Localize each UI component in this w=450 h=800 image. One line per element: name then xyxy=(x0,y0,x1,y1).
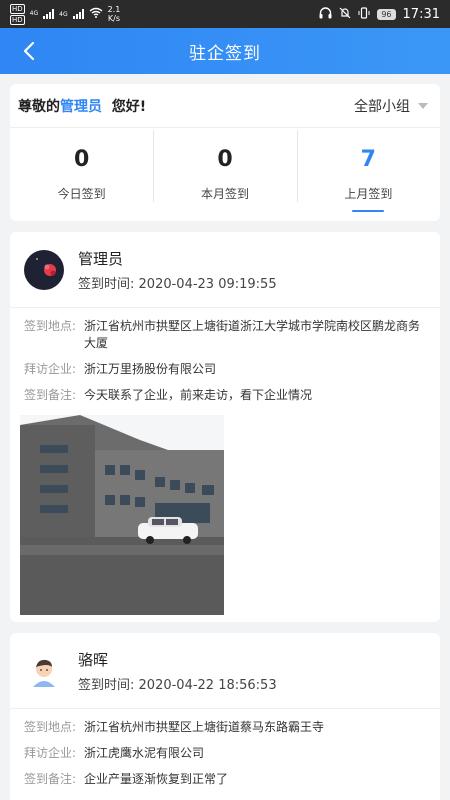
avatar xyxy=(24,650,64,691)
avatar xyxy=(24,249,64,290)
active-tab-indicator xyxy=(352,210,385,212)
mute-bell-icon xyxy=(339,7,351,22)
network-type: 4G xyxy=(59,10,68,18)
detail-key: 签到地点: xyxy=(24,319,77,333)
nav-bar: 驻企签到 xyxy=(0,28,450,74)
user-name: 管理员 xyxy=(60,98,102,115)
signal-icon xyxy=(43,9,55,19)
stat-this-month[interactable]: 0 本月签到 xyxy=(153,128,296,220)
record-details: 签到地点: 浙江省杭州市拱墅区上塘街道浙江大学城市学院南校区鹏龙商务大厦 拜访企… xyxy=(10,308,440,404)
network-type: 4G xyxy=(29,10,39,17)
stat-value: 7 xyxy=(360,146,376,172)
stat-label: 今日签到 xyxy=(57,186,106,201)
headphones-icon xyxy=(319,6,332,22)
hd-badge: HD xyxy=(10,3,25,14)
detail-row-remark: 签到备注: 今天联系了企业，前来走访，看下企业情况 xyxy=(24,387,426,404)
back-button[interactable] xyxy=(14,36,44,66)
detail-key: 签到备注: xyxy=(24,388,77,402)
vibrate-icon xyxy=(358,6,370,22)
stat-value: 0 xyxy=(74,146,90,172)
detail-key: 签到备注: xyxy=(24,772,77,786)
stat-label: 本月签到 xyxy=(200,186,249,201)
record-user-name: 骆晖 xyxy=(78,650,109,669)
greeting-row: 尊敬的管理员 您好! 全部小组 xyxy=(10,84,440,128)
back-arrow-icon xyxy=(23,41,35,61)
detail-key: 签到地点: xyxy=(24,720,77,734)
stat-value: 0 xyxy=(217,146,233,172)
record-user-name: 管理员 xyxy=(78,249,124,268)
detail-value: 企业产量逐渐恢复到正常了 xyxy=(84,772,229,786)
detail-row-remark: 签到备注: 企业产量逐渐恢复到正常了 xyxy=(24,771,426,788)
stat-today[interactable]: 0 今日签到 xyxy=(10,128,153,220)
network-speed: 2.1 K/s xyxy=(107,5,121,23)
detail-value: 浙江万里扬股份有限公司 xyxy=(84,362,217,376)
wifi-icon xyxy=(89,7,103,21)
record-photo[interactable] xyxy=(20,415,224,615)
stats-tabs: 0 今日签到 0 本月签到 7 上月签到 xyxy=(10,128,440,220)
record-header: 管理员 签到时间: 2020-04-23 09:19:55 xyxy=(10,232,440,308)
stat-label: 上月签到 xyxy=(344,186,393,201)
checkin-record[interactable]: 管理员 签到时间: 2020-04-23 09:19:55 签到地点: 浙江省杭… xyxy=(10,232,440,622)
record-time: 签到时间: 2020-04-22 18:56:53 xyxy=(78,677,277,693)
status-bar: HD HD 4G 4G 2.1 K/s 96 17:31 xyxy=(0,0,450,28)
record-header: 骆晖 签到时间: 2020-04-22 18:56:53 xyxy=(10,633,440,709)
checkin-record[interactable]: 骆晖 签到时间: 2020-04-22 18:56:53 签到地点: 浙江省杭州… xyxy=(10,633,440,800)
detail-key: 拜访企业: xyxy=(24,746,77,760)
detail-key: 拜访企业: xyxy=(24,362,77,376)
summary-card: 尊敬的管理员 您好! 全部小组 0 今日签到 0 本月签到 7 上月签到 xyxy=(10,84,440,221)
battery-icon: 96 xyxy=(377,8,396,20)
group-filter-dropdown[interactable]: 全部小组 xyxy=(354,96,428,116)
detail-row-company: 拜访企业: 浙江虎鹰水泥有限公司 xyxy=(24,745,426,762)
detail-value: 今天联系了企业，前来走访，看下企业情况 xyxy=(84,388,313,402)
page-title: 驻企签到 xyxy=(189,43,261,64)
greeting: 尊敬的管理员 您好! xyxy=(18,98,147,115)
signal-icon xyxy=(72,9,84,19)
group-filter-label: 全部小组 xyxy=(354,98,410,115)
caret-down-icon xyxy=(418,102,428,109)
detail-row-location: 签到地点: 浙江省杭州市拱墅区上塘街道浙江大学城市学院南校区鹏龙商务大厦 xyxy=(24,318,426,352)
record-details: 签到地点: 浙江省杭州市拱墅区上塘街道蔡马东路霸王寺 拜访企业: 浙江虎鹰水泥有… xyxy=(10,709,440,788)
detail-value: 浙江省杭州市拱墅区上塘街道蔡马东路霸王寺 xyxy=(84,720,325,734)
detail-value: 浙江省杭州市拱墅区上塘街道浙江大学城市学院南校区鹏龙商务大厦 xyxy=(84,319,421,350)
stat-last-month[interactable]: 7 上月签到 xyxy=(296,128,440,220)
record-time: 签到时间: 2020-04-23 09:19:55 xyxy=(78,276,277,292)
hd-badge: HD xyxy=(10,14,25,25)
clock: 17:31 xyxy=(402,6,440,22)
detail-value: 浙江虎鹰水泥有限公司 xyxy=(84,746,205,760)
detail-row-company: 拜访企业: 浙江万里扬股份有限公司 xyxy=(24,361,426,378)
detail-row-location: 签到地点: 浙江省杭州市拱墅区上塘街道蔡马东路霸王寺 xyxy=(24,719,426,736)
